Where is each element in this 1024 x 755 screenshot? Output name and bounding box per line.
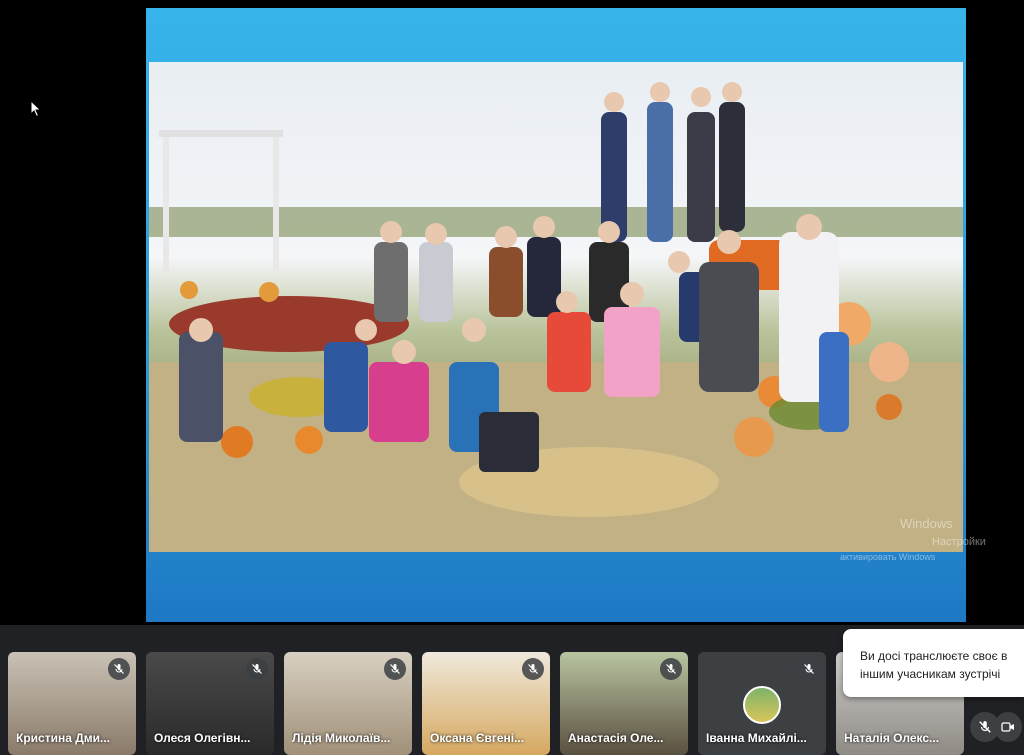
mic-off-icon — [108, 658, 130, 680]
mouse-pointer-icon — [30, 100, 42, 118]
notification-line1: Ви досі транслюєте своє в — [860, 649, 1008, 663]
mic-off-icon — [384, 658, 406, 680]
camera-toggle-button[interactable] — [994, 712, 1022, 742]
participant-tile[interactable]: Лідія Миколаїв... — [284, 652, 412, 755]
participant-name: Кристина Дми... — [16, 731, 111, 745]
mic-off-icon — [522, 658, 544, 680]
watermark-title: Windows — [900, 516, 953, 531]
mic-off-icon — [798, 658, 820, 680]
participant-tile[interactable]: Кристина Дми... — [8, 652, 136, 755]
participant-name: Лідія Миколаїв... — [292, 731, 391, 745]
watermark-line1: Настройки — [932, 536, 986, 548]
group-photo-illustration — [149, 82, 963, 552]
mic-off-icon — [660, 658, 682, 680]
mic-off-icon — [246, 658, 268, 680]
watermark-line2: активировать Windows — [840, 552, 936, 562]
participant-tile[interactable]: Анастасія Оле... — [560, 652, 688, 755]
participant-tile[interactable]: Іванна Михайлі... — [698, 652, 826, 755]
participant-name: Олеся Олегівн... — [154, 731, 251, 745]
participant-name: Оксана Євгені... — [430, 731, 525, 745]
mic-off-icon — [979, 721, 991, 733]
participant-name: Анастасія Оле... — [568, 731, 664, 745]
presentation-stage: Windows Настройки активировать Windows — [0, 0, 1024, 625]
participant-name: Наталія Олекс... — [844, 731, 940, 745]
slide-photo — [149, 62, 963, 552]
participant-tile[interactable]: Олеся Олегівн... — [146, 652, 274, 755]
notification-line2: іншим учасникам зустрічі — [860, 667, 1001, 681]
presenting-notification: Ви досі транслюєте своє в іншим учасника… — [843, 629, 1024, 697]
participant-tile[interactable]: Оксана Євгені... — [422, 652, 550, 755]
camera-icon — [1001, 722, 1014, 732]
avatar — [743, 686, 781, 724]
participant-name: Іванна Михайлі... — [706, 731, 807, 745]
